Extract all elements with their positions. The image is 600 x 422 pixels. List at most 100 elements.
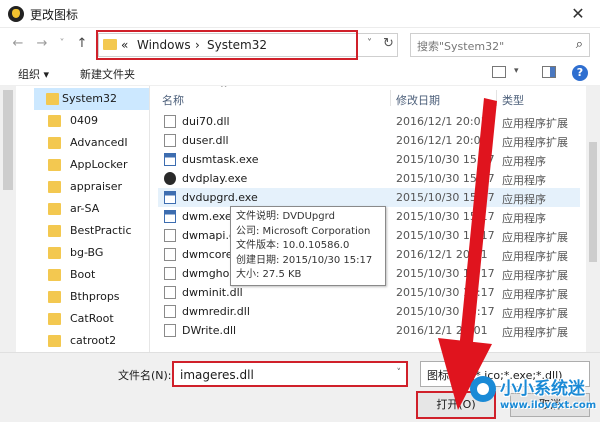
navigation-bar: ← → ˅ ↑ « Windows › System32 ˅ ↻ 搜索"Syst…: [0, 28, 600, 60]
dll-file-icon: [164, 229, 176, 242]
sidebar-item[interactable]: appraiser: [34, 176, 149, 198]
help-icon[interactable]: ?: [572, 65, 588, 81]
file-date: 2015/10/30 15:17: [396, 267, 495, 280]
column-header-type[interactable]: 类型: [502, 92, 524, 108]
file-date: 2016/12/1 20:01: [396, 248, 488, 261]
filename-input[interactable]: imageres.dll ˅: [172, 361, 408, 387]
sidebar-item[interactable]: catroot2: [34, 330, 149, 352]
sidebar-item-label: Bthprops: [70, 290, 120, 303]
sidebar-item[interactable]: CatRoot: [34, 308, 149, 330]
sidebar-item[interactable]: Boot: [34, 264, 149, 286]
folder-icon: [48, 137, 61, 149]
file-type: 应用程序: [502, 155, 546, 168]
watermark-logo-icon: [470, 376, 496, 402]
new-folder-button[interactable]: 新建文件夹: [80, 66, 135, 82]
sidebar-item[interactable]: BestPractic: [34, 220, 149, 242]
file-name: dvdupgrd.exe: [182, 191, 258, 204]
file-row[interactable]: dusmtask.exe 2015/10/30 15:17 应用程序: [158, 150, 580, 169]
file-type: 应用程序扩展: [502, 326, 568, 339]
column-header-date[interactable]: 修改日期: [396, 92, 440, 108]
file-list-scroll-thumb[interactable]: [589, 142, 597, 262]
back-icon[interactable]: ←: [10, 36, 26, 51]
address-dropdown-icon[interactable]: ˅: [367, 38, 372, 49]
filename-value: imageres.dll: [180, 368, 254, 382]
file-date: 2015/10/30 15:17: [396, 286, 495, 299]
preview-pane-icon[interactable]: [542, 66, 556, 78]
search-placeholder: 搜索"System32": [417, 40, 505, 53]
sidebar-item-system32[interactable]: System32: [34, 88, 149, 110]
watermark-title: 小小系统迷: [500, 379, 585, 399]
sidebar-item[interactable]: ar-SA: [34, 198, 149, 220]
sidebar-item-label: Boot: [70, 268, 96, 281]
organize-button[interactable]: 组织 ▾: [18, 66, 49, 82]
exe-file-icon: [164, 210, 176, 223]
sidebar-item-label: catroot2: [70, 334, 117, 347]
file-date: 2015/10/30 15:17: [396, 153, 495, 166]
close-button[interactable]: ✕: [556, 0, 600, 28]
navigation-pane: System32 0409 AdvancedI AppLocker apprai…: [0, 86, 150, 352]
sidebar-item[interactable]: 0409: [34, 110, 149, 132]
file-name: dui70.dll: [182, 115, 230, 128]
up-icon[interactable]: ↑: [74, 36, 90, 51]
column-header-name[interactable]: 名称: [162, 92, 184, 108]
file-type: 应用程序: [502, 174, 546, 187]
file-row[interactable]: dvdplay.exe 2015/10/30 15:17 应用程序: [158, 169, 580, 188]
file-name: duser.dll: [182, 134, 229, 147]
sidebar-item[interactable]: AppLocker: [34, 154, 149, 176]
file-date: 2016/12/1 20:01: [396, 134, 488, 147]
file-row[interactable]: dwmredir.dll 2015/10/30 15:17 应用程序扩展: [158, 302, 580, 321]
file-row-hovered[interactable]: dvdupgrd.exe 2015/10/30 15:17 应用程序: [158, 188, 580, 207]
sidebar-item-label: CatRoot: [70, 312, 114, 325]
column-divider[interactable]: [496, 90, 497, 106]
sidebar-item[interactable]: Bthprops: [34, 286, 149, 308]
sidebar-item[interactable]: bg-BG: [34, 242, 149, 264]
folder-icon: [48, 269, 61, 281]
address-highlight-box: [96, 30, 358, 60]
refresh-icon[interactable]: ↻: [383, 36, 394, 51]
file-date: 2015/10/30 15:17: [396, 305, 495, 318]
file-row[interactable]: duser.dll 2016/12/1 20:01 应用程序扩展: [158, 131, 580, 150]
forward-icon[interactable]: →: [34, 36, 50, 51]
title-bar: 更改图标 ✕: [0, 0, 600, 28]
folder-icon: [48, 313, 61, 325]
watermark: 小小系统迷 www.ilovext.com: [470, 372, 598, 420]
sidebar-item-label: bg-BG: [70, 246, 104, 259]
folder-icon: [48, 115, 61, 127]
folder-icon: [48, 159, 61, 171]
exe-file-icon: [164, 153, 176, 166]
toolbar: 组织 ▾ 新建文件夹 ▾ ?: [0, 60, 600, 86]
folder-icon: [48, 291, 61, 303]
app-icon: [8, 6, 24, 22]
dll-file-icon: [164, 248, 176, 261]
filename-dropdown-icon[interactable]: ˅: [397, 368, 402, 378]
file-type: 应用程序扩展: [502, 269, 568, 282]
dll-file-icon: [164, 286, 176, 299]
file-type: 应用程序: [502, 212, 546, 225]
view-dropdown-icon[interactable]: ▾: [514, 66, 519, 76]
file-name: dwm.exe: [182, 210, 232, 223]
view-options-icon[interactable]: [492, 66, 506, 78]
sidebar-scrollbar[interactable]: [0, 86, 16, 352]
sidebar-item-label: appraiser: [70, 180, 123, 193]
file-type: 应用程序扩展: [502, 231, 568, 244]
file-list-scrollbar[interactable]: [586, 86, 600, 352]
file-name: DWrite.dll: [182, 324, 237, 337]
dll-file-icon: [164, 324, 176, 337]
file-row[interactable]: DWrite.dll 2016/12/1 20:01 应用程序扩展: [158, 321, 580, 340]
file-date: 2015/10/30 15:17: [396, 210, 495, 223]
tooltip-size: 大小: 27.5 KB: [236, 269, 302, 280]
search-icon[interactable]: ⌕: [576, 37, 583, 52]
search-box[interactable]: 搜索"System32" ⌕: [410, 33, 590, 57]
file-info-tooltip: 文件说明: DVDUpgrd 公司: Microsoft Corporation…: [230, 206, 386, 286]
file-row[interactable]: dui70.dll 2016/12/1 20:01 应用程序扩展: [158, 112, 580, 131]
recent-dropdown-icon[interactable]: ˅: [54, 38, 70, 49]
sidebar-item-label: BestPractic: [70, 224, 132, 237]
file-date: 2015/10/30 15:17: [396, 229, 495, 242]
folder-icon: [46, 93, 59, 105]
sidebar-scroll-thumb[interactable]: [3, 90, 13, 190]
sidebar-item[interactable]: AdvancedI: [34, 132, 149, 154]
tooltip-created: 创建日期: 2015/10/30 15:17: [236, 254, 373, 266]
column-divider[interactable]: [390, 90, 391, 106]
dvd-icon: [164, 172, 176, 185]
file-type: 应用程序扩展: [502, 136, 568, 149]
